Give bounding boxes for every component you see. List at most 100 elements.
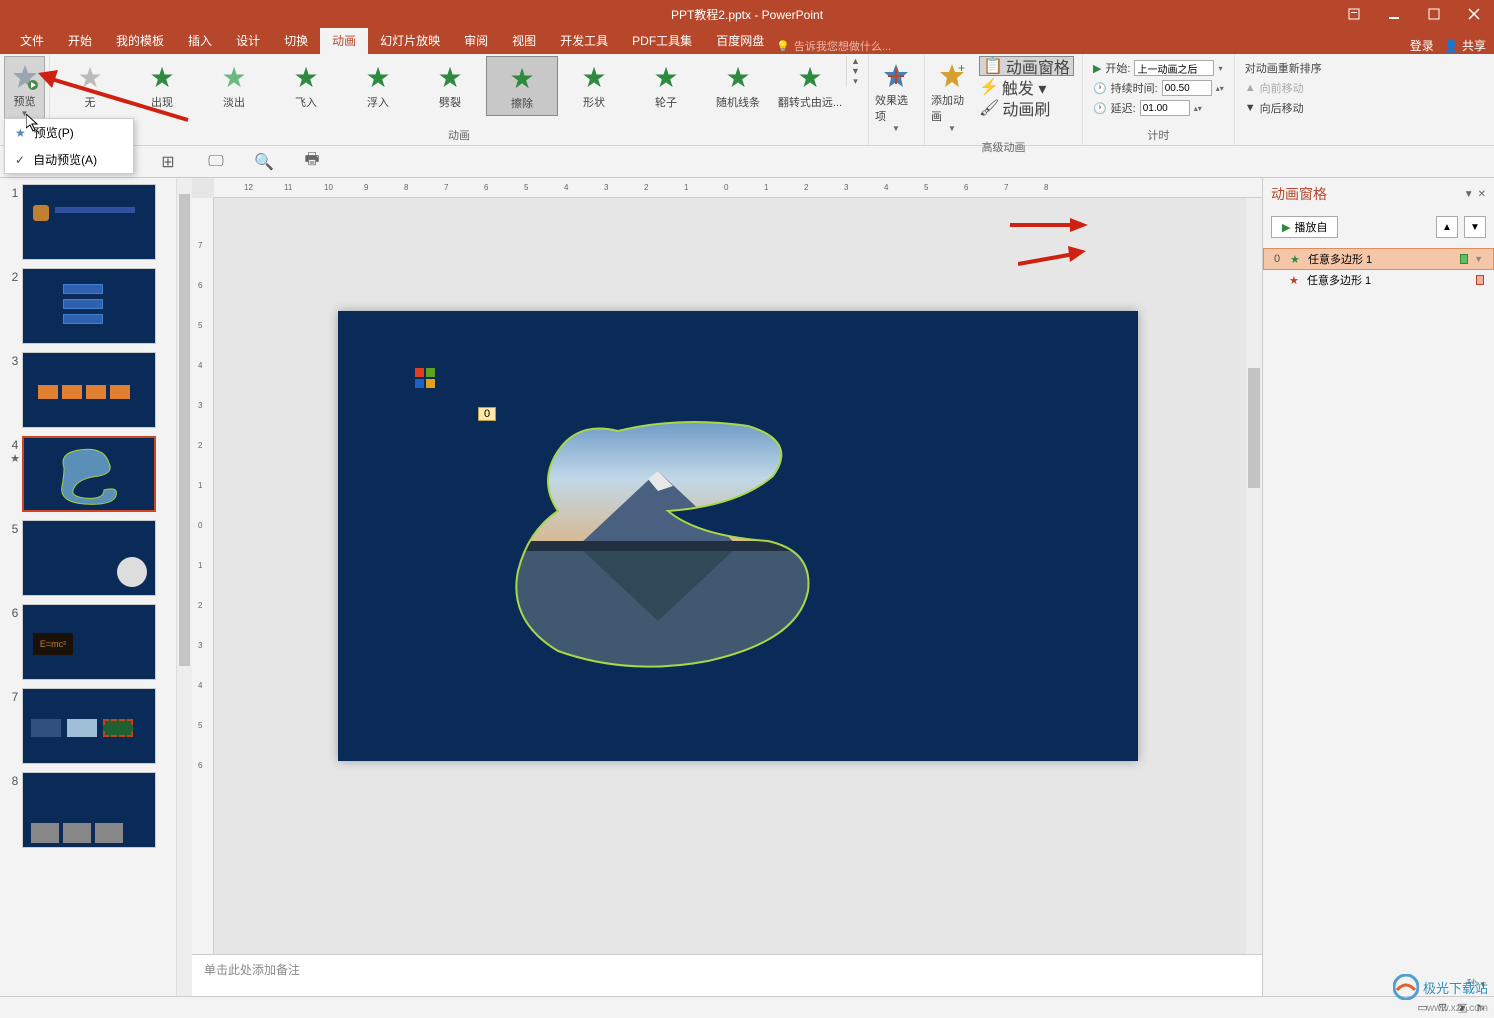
add-animation-button[interactable]: + 添加动画 ▼ — [929, 56, 975, 137]
status-bar: ▭ ⊞ ▣ ▶ — [0, 996, 1494, 1018]
play-icon: ▶ — [1282, 221, 1290, 234]
freeform-shape[interactable] — [498, 411, 818, 681]
trigger-button[interactable]: ⚡触发 ▾ — [979, 77, 1074, 97]
star-icon: ★ — [797, 60, 822, 94]
star-icon: ★ — [581, 60, 606, 94]
notes-pane[interactable]: 单击此处添加备注 — [192, 954, 1262, 996]
spinner-icon[interactable]: ▴▾ — [1216, 84, 1224, 93]
spinner-icon[interactable]: ▴▾ — [1194, 104, 1202, 113]
svg-text:5: 5 — [524, 183, 529, 192]
tab-file[interactable]: 文件 — [8, 27, 56, 54]
qat-table-icon[interactable]: ⊞ — [158, 152, 178, 172]
tab-design[interactable]: 设计 — [224, 27, 272, 54]
tab-pdf[interactable]: PDF工具集 — [620, 27, 704, 54]
thumb-8[interactable]: 8 — [8, 772, 190, 848]
tab-review[interactable]: 审阅 — [452, 27, 500, 54]
tell-me-input[interactable]: 💡 告诉我您想做什么... — [776, 38, 891, 54]
reorder-title: 对动画重新排序 — [1245, 58, 1322, 78]
effect-fade[interactable]: ★淡出 — [198, 56, 270, 116]
animation-painter-button[interactable]: 🖌动画刷 — [979, 98, 1074, 118]
star-icon: ★ — [15, 126, 26, 140]
close-button[interactable] — [1454, 0, 1494, 28]
tab-transitions[interactable]: 切换 — [272, 27, 320, 54]
svg-text:1: 1 — [764, 183, 769, 192]
thumb-2[interactable]: 2 — [8, 268, 190, 344]
star-icon: ★ — [437, 60, 462, 94]
thumb-3[interactable]: 3 — [8, 352, 190, 428]
menu-tabs: 文件 开始 我的模板 插入 设计 切换 动画 幻灯片放映 审阅 视图 开发工具 … — [0, 28, 1494, 54]
auto-preview-menuitem[interactable]: ✓自动预览(A) — [5, 146, 133, 173]
pane-icon: 📋 — [983, 56, 1003, 76]
tab-baidu[interactable]: 百度网盘 — [704, 27, 776, 54]
tab-slideshow[interactable]: 幻灯片放映 — [368, 27, 452, 54]
thumb-6[interactable]: 6E=mc² — [8, 604, 190, 680]
qat-zoom-icon[interactable]: 🔍 — [254, 152, 274, 172]
svg-text:6: 6 — [964, 183, 969, 192]
thumb-4[interactable]: 4★ — [8, 436, 190, 512]
effect-split[interactable]: ★劈裂 — [414, 56, 486, 116]
svg-text:1: 1 — [198, 481, 203, 490]
play-from-button[interactable]: ▶播放自 — [1271, 216, 1338, 238]
animation-entry-1[interactable]: 0 ★ 任意多边形 1 ▼ — [1263, 248, 1494, 270]
qat-screen-icon[interactable]: 🖵 — [206, 152, 226, 172]
maximize-button[interactable] — [1414, 0, 1454, 28]
window-title: PPT教程2.pptx - PowerPoint — [671, 6, 823, 23]
effect-random[interactable]: ★随机线条 — [702, 56, 774, 116]
tab-insert[interactable]: 插入 — [176, 27, 224, 54]
effect-options-button[interactable]: 效果选项 ▼ — [873, 56, 919, 137]
star-icon: ★ — [725, 60, 750, 94]
svg-text:3: 3 — [198, 401, 203, 410]
slide-canvas[interactable]: 0 — [338, 311, 1138, 761]
preview-menuitem[interactable]: ★预览(P) — [5, 119, 133, 146]
tab-view[interactable]: 视图 — [500, 27, 548, 54]
delay-input[interactable] — [1140, 100, 1190, 116]
tab-home[interactable]: 开始 — [56, 27, 104, 54]
thumb-7[interactable]: 7 — [8, 688, 190, 764]
preview-dropdown: ★预览(P) ✓自动预览(A) — [4, 118, 134, 174]
gallery-more[interactable]: ▲▼▾ — [846, 56, 864, 87]
main-area: 1 2 3 4★ 5 6E=mc² 7 8 121110987654321012… — [0, 178, 1494, 996]
office-logo-icon — [413, 366, 437, 390]
emphasis-star-icon: ★ — [1289, 274, 1301, 287]
share-button[interactable]: 👤 共享 — [1444, 37, 1486, 54]
tab-templates[interactable]: 我的模板 — [104, 27, 176, 54]
effect-shape[interactable]: ★形状 — [558, 56, 630, 116]
svg-text:1: 1 — [198, 561, 203, 570]
thumbnails-scrollbar[interactable] — [176, 178, 192, 996]
timing-bar — [1460, 254, 1468, 264]
login-button[interactable]: 登录 — [1410, 37, 1434, 54]
chevron-down-icon[interactable]: ▼ — [1474, 254, 1483, 264]
svg-text:4: 4 — [884, 183, 889, 192]
preview-button[interactable]: 预览 ▼ — [4, 56, 45, 123]
animation-pane-button[interactable]: 📋动画窗格 — [979, 56, 1074, 76]
ribbon-display-icon[interactable] — [1334, 0, 1374, 28]
minimize-button[interactable] — [1374, 0, 1414, 28]
start-select[interactable] — [1134, 60, 1214, 76]
thumb-1[interactable]: 1 — [8, 184, 190, 260]
pane-dropdown-icon[interactable]: ▼ — [1464, 189, 1474, 200]
pane-close-icon[interactable]: ✕ — [1478, 189, 1486, 200]
canvas-area[interactable]: 0 — [214, 198, 1262, 954]
effect-grow[interactable]: ★翻转式由远... — [774, 56, 846, 116]
svg-text:2: 2 — [198, 441, 203, 450]
tab-developer[interactable]: 开发工具 — [548, 27, 620, 54]
slide-thumbnails: 1 2 3 4★ 5 6E=mc² 7 8 — [0, 178, 192, 996]
canvas-scrollbar[interactable] — [1246, 198, 1262, 954]
tab-animations[interactable]: 动画 — [320, 27, 368, 54]
effect-floatin[interactable]: ★浮入 — [342, 56, 414, 116]
window-controls — [1334, 0, 1494, 28]
duration-input[interactable] — [1162, 80, 1212, 96]
move-up-button[interactable]: ▲ — [1436, 216, 1458, 238]
move-backward-button[interactable]: ▼向后移动 — [1245, 98, 1322, 118]
effect-flyin[interactable]: ★飞入 — [270, 56, 342, 116]
effect-wipe[interactable]: ★擦除 — [486, 56, 558, 116]
effect-wheel[interactable]: ★轮子 — [630, 56, 702, 116]
star-icon: ★ — [293, 60, 318, 94]
thumb-5[interactable]: 5 — [8, 520, 190, 596]
effect-none[interactable]: ★无 — [54, 56, 126, 116]
move-down-button[interactable]: ▼ — [1464, 216, 1486, 238]
qat-print-icon[interactable]: 🖶 — [302, 152, 322, 172]
effect-appear[interactable]: ★出现 — [126, 56, 198, 116]
animation-order-tag[interactable]: 0 — [478, 407, 496, 421]
animation-entry-2[interactable]: ★ 任意多边形 1 — [1263, 270, 1494, 290]
